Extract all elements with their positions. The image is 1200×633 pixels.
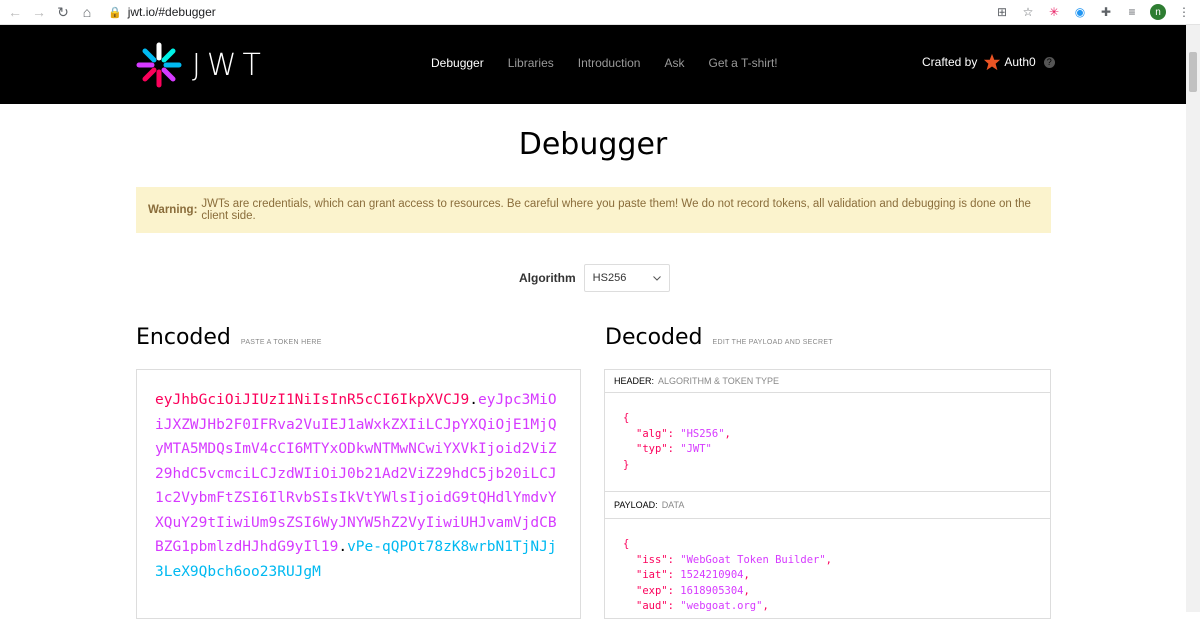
- main-nav: Debugger Libraries Introduction Ask Get …: [431, 56, 802, 70]
- decoded-heading: Decoded EDIT THE PAYLOAD AND SECRET: [605, 325, 833, 350]
- token-dot: .: [469, 392, 479, 408]
- star-icon[interactable]: ☆: [1018, 2, 1038, 22]
- algorithm-select[interactable]: HS256: [583, 264, 670, 292]
- algorithm-row: Algorithm HS256: [519, 264, 670, 292]
- menu-icon[interactable]: ⋮: [1174, 2, 1194, 22]
- nav-debugger[interactable]: Debugger: [431, 56, 484, 70]
- warning-banner: Warning: JWTs are credentials, which can…: [136, 187, 1051, 233]
- header-section-title: HEADER: ALGORITHM & TOKEN TYPE: [605, 370, 1050, 393]
- browser-toolbar: ← → ↻ ⌂ 🔒 jwt.io/#debugger ⊞ ☆ ✳ ◉ ✚ ≡ n…: [0, 0, 1200, 25]
- jwt-logo[interactable]: JWT: [136, 42, 267, 88]
- nav-introduction[interactable]: Introduction: [578, 56, 641, 70]
- auth0-label: Auth0: [1004, 55, 1036, 69]
- chevron-down-icon: [652, 275, 661, 281]
- url-text: jwt.io/#debugger: [127, 5, 216, 19]
- payload-json-editor[interactable]: { "iss": "WebGoat Token Builder", "iat":…: [605, 519, 1050, 633]
- crafted-by-label: Crafted by: [922, 55, 978, 69]
- decoded-title: Decoded: [605, 325, 703, 350]
- json-brace: {: [623, 412, 630, 424]
- translate-icon[interactable]: ⊞: [992, 2, 1012, 22]
- home-icon[interactable]: ⌂: [78, 3, 96, 21]
- logo-text: JWT: [192, 47, 267, 83]
- lock-icon: 🔒: [108, 6, 122, 19]
- reload-icon[interactable]: ↻: [54, 3, 72, 21]
- payload-sublabel: DATA: [661, 500, 685, 510]
- nav-libraries[interactable]: Libraries: [508, 56, 554, 70]
- json-brace: }: [623, 458, 630, 471]
- token-dot: .: [338, 539, 348, 555]
- token-header: eyJhbGciOiJIUzI1NiIsInR5cCI6IkpXVCJ9: [155, 392, 470, 408]
- decoded-subtitle: EDIT THE PAYLOAD AND SECRET: [712, 339, 833, 346]
- extension-search-icon[interactable]: ◉: [1070, 2, 1090, 22]
- warning-text: JWTs are credentials, which can grant ac…: [201, 198, 1031, 222]
- help-icon[interactable]: ?: [1043, 56, 1055, 68]
- encoded-subtitle: PASTE A TOKEN HERE: [240, 339, 322, 346]
- encoded-token-editor[interactable]: eyJhbGciOiJIUzI1NiIsInR5cCI6IkpXVCJ9.eyJ…: [136, 369, 581, 619]
- token-payload: eyJpc3MiOiJXZWJHb2F0IFRva2VuIEJ1aWxkZXIi…: [155, 392, 557, 555]
- json-brace: {: [623, 538, 630, 550]
- json-line: "alg": "HS256",: [636, 427, 731, 440]
- extension-icon[interactable]: ✳: [1044, 2, 1064, 22]
- reading-list-icon[interactable]: ≡: [1122, 2, 1142, 22]
- header-json-editor[interactable]: { "alg": "HS256", "typ": "JWT" }: [605, 393, 1050, 492]
- back-icon[interactable]: ←: [6, 3, 24, 21]
- token-text: eyJhbGciOiJIUzI1NiIsInR5cCI6IkpXVCJ9.eyJ…: [155, 388, 562, 584]
- page-title: Debugger: [518, 127, 668, 162]
- jwt-logo-icon: [136, 42, 182, 88]
- algorithm-label: Algorithm: [519, 271, 576, 285]
- header-label: HEADER:: [614, 376, 655, 386]
- encoded-heading: Encoded PASTE A TOKEN HERE: [136, 325, 322, 350]
- json-line: "aud": "webgoat.org",: [636, 600, 769, 612]
- json-line: "typ": "JWT": [636, 443, 712, 455]
- profile-avatar[interactable]: n: [1148, 2, 1168, 22]
- algorithm-value: HS256: [592, 272, 627, 284]
- encoded-title: Encoded: [136, 325, 231, 350]
- json-line: "iat": 1524210904,: [636, 569, 750, 581]
- payload-label: PAYLOAD:: [614, 500, 658, 510]
- nav-tshirt[interactable]: Get a T-shirt!: [708, 56, 777, 70]
- payload-section-title: PAYLOAD: DATA: [605, 492, 1050, 519]
- json-line: "iss": "WebGoat Token Builder",: [636, 553, 832, 566]
- nav-ask[interactable]: Ask: [664, 56, 684, 70]
- crafted-by[interactable]: Crafted by Auth0 ?: [922, 53, 1055, 71]
- address-bar[interactable]: 🔒 jwt.io/#debugger: [108, 2, 216, 22]
- forward-icon[interactable]: →: [30, 3, 48, 21]
- scrollbar[interactable]: [1186, 25, 1200, 612]
- puzzle-icon[interactable]: ✚: [1096, 2, 1116, 22]
- warning-label: Warning:: [148, 204, 198, 216]
- json-line: "exp": 1618905304,: [636, 584, 750, 597]
- auth0-icon: [984, 53, 1001, 71]
- decoded-panel: HEADER: ALGORITHM & TOKEN TYPE { "alg": …: [604, 369, 1051, 619]
- site-header: JWT Debugger Libraries Introduction Ask …: [0, 25, 1186, 104]
- header-sublabel: ALGORITHM & TOKEN TYPE: [658, 376, 780, 386]
